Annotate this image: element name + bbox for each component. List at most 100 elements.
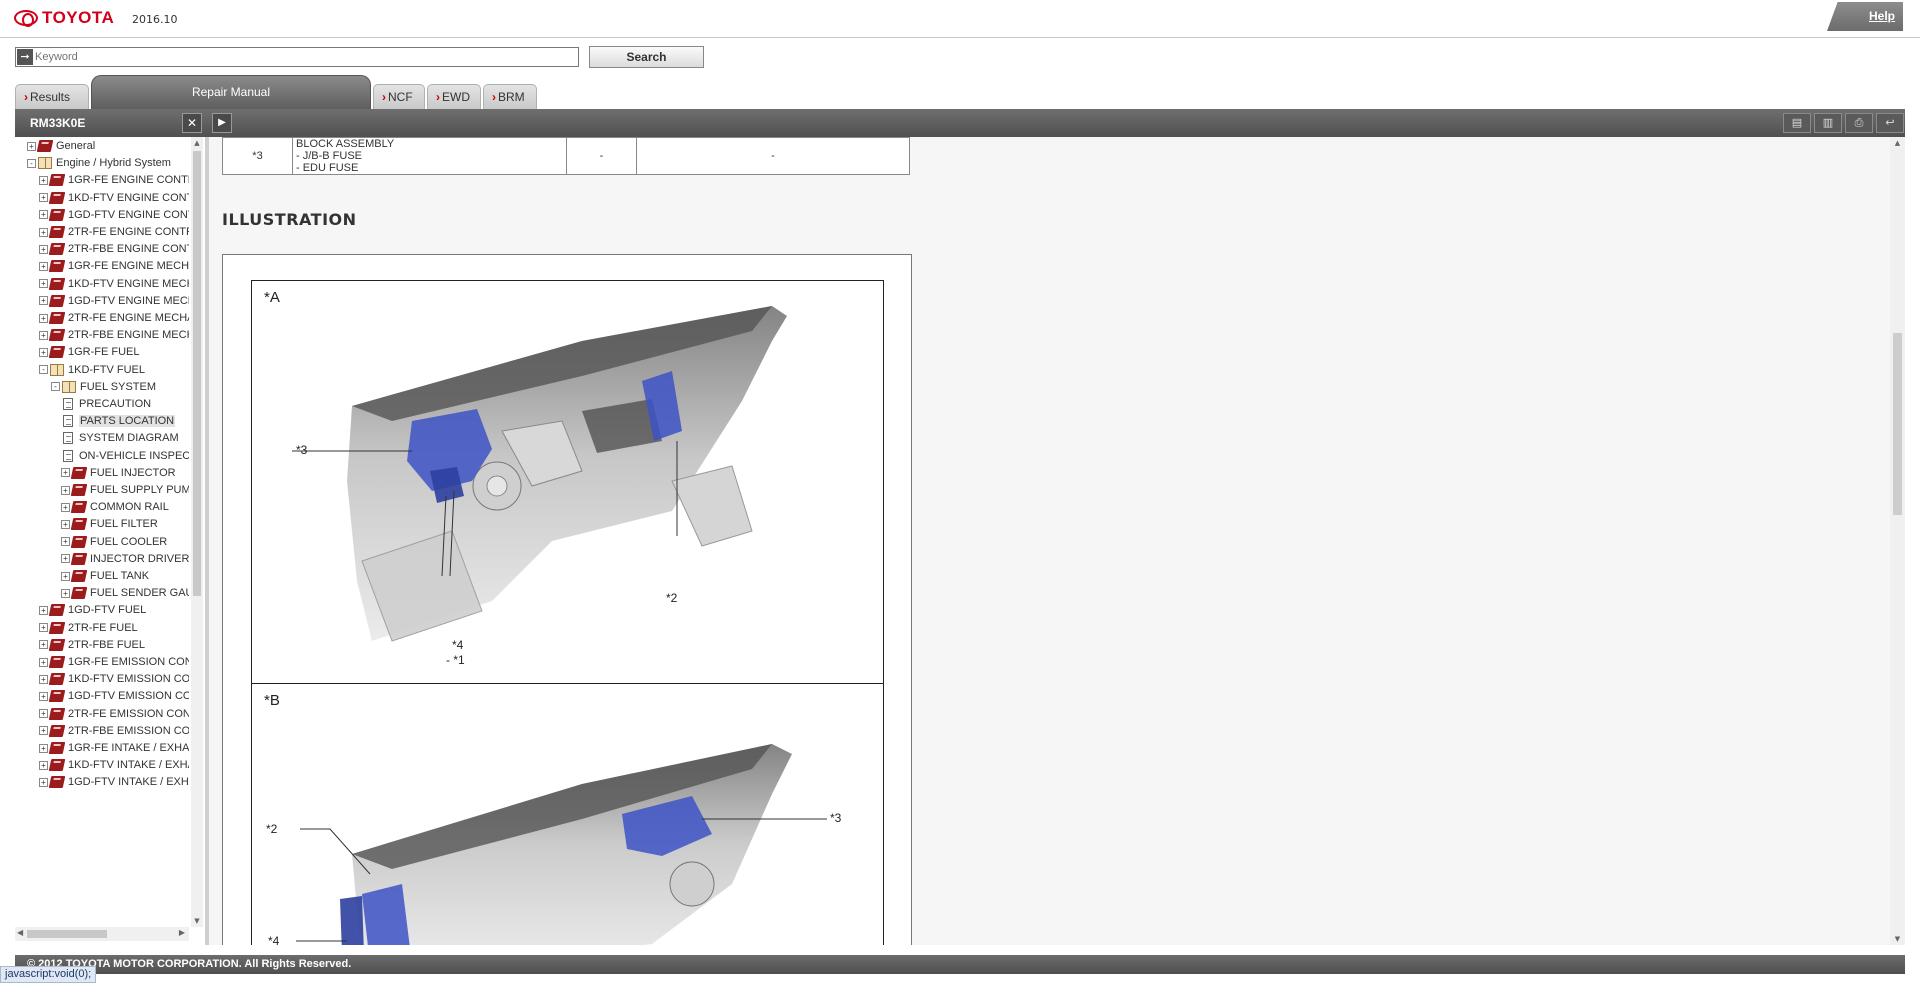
expand-toggle-icon[interactable]: + <box>61 468 70 478</box>
tree-node-label[interactable]: ON-VEHICLE INSPECTION <box>79 450 189 462</box>
tree-node[interactable]: SYSTEM DIAGRAM <box>61 429 179 447</box>
tree-node-label[interactable]: FUEL SUPPLY PUMP <box>90 484 189 496</box>
expand-all-icon[interactable]: ▥ <box>1814 113 1842 133</box>
expand-toggle-icon[interactable]: + <box>61 537 70 547</box>
tree-node-label[interactable]: Engine / Hybrid System <box>56 157 171 169</box>
tree-node-label[interactable]: 1GD-FTV FUEL <box>68 604 146 616</box>
tree-node[interactable]: +1GR-FE INTAKE / EXHAUST <box>39 739 189 757</box>
tree-node[interactable]: - FUEL SYSTEM <box>51 378 156 396</box>
scroll-down-icon[interactable]: ▼ <box>191 915 203 927</box>
expand-toggle-icon[interactable]: + <box>39 261 48 271</box>
play-icon[interactable]: ▶ <box>212 113 232 133</box>
collapse-toggle-icon[interactable]: - <box>51 382 60 392</box>
scroll-left-icon[interactable]: ◀ <box>17 928 23 937</box>
scroll-up-icon[interactable]: ▲ <box>1890 139 1905 147</box>
tree-node-label[interactable]: 1KD-FTV FUEL <box>68 364 145 376</box>
expand-toggle-icon[interactable]: + <box>61 502 70 512</box>
tree-node[interactable]: - Engine / Hybrid System <box>27 154 171 172</box>
tree-node[interactable]: + FUEL INJECTOR <box>61 464 176 482</box>
tree-node-label[interactable]: 1KD-FTV ENGINE MECHANICAL <box>68 278 189 290</box>
tree-node[interactable]: + COMMON RAIL <box>61 498 169 516</box>
tree-node[interactable]: +2TR-FBE ENGINE MECHANICAL <box>39 326 189 344</box>
scroll-down-icon[interactable]: ▼ <box>1890 935 1905 943</box>
expand-toggle-icon[interactable]: + <box>39 175 48 185</box>
tree-node[interactable]: +2TR-FBE EMISSION CONTROL <box>39 722 189 740</box>
content-scroll-thumb[interactable] <box>1893 333 1902 515</box>
expand-toggle-icon[interactable]: + <box>39 210 48 220</box>
expand-toggle-icon[interactable]: + <box>39 313 48 323</box>
tree-node[interactable]: +2TR-FBE FUEL <box>39 636 145 654</box>
tree-node[interactable]: + General <box>27 137 95 155</box>
tree-node-label[interactable]: 2TR-FE EMISSION CONTROL <box>68 708 189 720</box>
collapse-toggle-icon[interactable]: - <box>27 158 36 168</box>
tree-node-label[interactable]: General <box>56 140 95 152</box>
expand-toggle-icon[interactable]: + <box>61 519 70 529</box>
tree-node-label[interactable]: 2TR-FBE ENGINE MECHANICAL <box>68 329 189 341</box>
tree-node[interactable]: +2TR-FE EMISSION CONTROL <box>39 705 189 723</box>
tree-node[interactable]: PRECAUTION <box>61 395 151 413</box>
tree-node-label[interactable]: SYSTEM DIAGRAM <box>79 432 179 444</box>
expand-toggle-icon[interactable]: + <box>61 588 70 598</box>
tree-node[interactable]: +1GR-FE ENGINE MECHANICAL <box>39 257 189 275</box>
tree-node-label[interactable]: 1GR-FE INTAKE / EXHAUST <box>68 742 189 754</box>
help-tab[interactable]: Help <box>1827 2 1903 31</box>
tab-ncf[interactable]: › NCF <box>373 84 425 109</box>
expand-toggle-icon[interactable]: + <box>39 605 48 615</box>
tree-node-label[interactable]: 1GD-FTV EMISSION CONTROL <box>68 690 189 702</box>
tree-node-label[interactable]: FUEL TANK <box>90 570 149 582</box>
tree-node[interactable]: + FUEL FILTER <box>61 515 158 533</box>
expand-toggle-icon[interactable]: + <box>39 244 48 254</box>
tree-node-label[interactable]: 1GR-FE ENGINE MECHANICAL <box>68 260 189 272</box>
tree-node-label[interactable]: COMMON RAIL <box>90 501 169 513</box>
tree-node[interactable]: +1KD-FTV EMISSION CONTROL <box>39 670 189 688</box>
expand-toggle-icon[interactable]: + <box>61 571 70 581</box>
print-icon[interactable]: ⎙ <box>1845 113 1873 133</box>
keyword-input[interactable] <box>35 49 575 65</box>
expand-toggle-icon[interactable]: + <box>27 141 36 151</box>
tree-node[interactable]: +1KD-FTV ENGINE CONTROL <box>39 189 189 207</box>
collapse-icon[interactable]: ▤ <box>1783 113 1811 133</box>
tree-node-label[interactable]: 2TR-FE ENGINE CONTROL <box>68 226 189 238</box>
tree-node[interactable]: +2TR-FE FUEL <box>39 619 138 637</box>
expand-toggle-icon[interactable]: + <box>39 674 48 684</box>
expand-toggle-icon[interactable]: + <box>39 347 48 357</box>
tree-node[interactable]: ON-VEHICLE INSPECTION <box>61 447 189 465</box>
expand-toggle-icon[interactable]: + <box>39 193 48 203</box>
tree-node[interactable]: +1GD-FTV ENGINE MECHANICAL <box>39 292 189 310</box>
tree-node-label[interactable]: FUEL SENDER GAUGE <box>90 587 189 599</box>
tree-node-label[interactable]: 2TR-FBE FUEL <box>68 639 145 651</box>
search-button[interactable]: Search <box>589 46 704 68</box>
tree-node[interactable]: +1GD-FTV FUEL <box>39 601 146 619</box>
tab-results[interactable]: › Results <box>15 84 89 109</box>
tree-node-label[interactable]: 2TR-FE ENGINE MECHANICAL <box>68 312 189 324</box>
tree-node-label[interactable]: 1GD-FTV ENGINE CONTROL <box>68 209 189 221</box>
tree-node[interactable]: + FUEL SUPPLY PUMP <box>61 481 189 499</box>
tab-ewd[interactable]: › EWD <box>427 84 481 109</box>
expand-toggle-icon[interactable]: + <box>39 726 48 736</box>
tree-node-label[interactable]: 1GD-FTV INTAKE / EXHAUST <box>68 776 189 788</box>
tree-vertical-scrollbar[interactable]: ▲ ▼ <box>191 137 203 927</box>
tree-node-label[interactable]: 2TR-FE FUEL <box>68 622 138 634</box>
tree-scroll-thumb[interactable] <box>193 151 201 596</box>
tree-hscroll-thumb[interactable] <box>27 930 107 938</box>
expand-toggle-icon[interactable]: + <box>39 691 48 701</box>
expand-toggle-icon[interactable]: + <box>39 777 48 787</box>
tree-node[interactable]: PARTS LOCATION <box>61 412 176 430</box>
tree-node[interactable]: +1GR-FE FUEL <box>39 343 140 361</box>
tab-repair-manual[interactable]: Repair Manual <box>91 75 371 109</box>
expand-toggle-icon[interactable]: + <box>39 279 48 289</box>
help-link[interactable]: Help <box>1869 9 1895 23</box>
expand-toggle-icon[interactable]: + <box>39 709 48 719</box>
back-icon[interactable]: ↩ <box>1876 113 1904 133</box>
collapse-toggle-icon[interactable]: - <box>39 365 48 375</box>
tree-node[interactable]: + INJECTOR DRIVER <box>61 550 189 568</box>
tree-node[interactable]: +1GD-FTV INTAKE / EXHAUST <box>39 773 189 791</box>
tree-node-label[interactable]: PARTS LOCATION <box>79 415 176 428</box>
expand-toggle-icon[interactable]: + <box>39 296 48 306</box>
tree-node[interactable]: +1GR-FE EMISSION CONTROL <box>39 653 189 671</box>
tree-node[interactable]: - 1KD-FTV FUEL <box>39 361 145 379</box>
tree-node[interactable]: +1KD-FTV ENGINE MECHANICAL <box>39 275 189 293</box>
tree-node-label[interactable]: FUEL INJECTOR <box>90 467 176 479</box>
tree-node[interactable]: +1GR-FE ENGINE CONTROL <box>39 171 189 189</box>
tree-node-label[interactable]: 1GR-FE ENGINE CONTROL <box>68 174 189 186</box>
